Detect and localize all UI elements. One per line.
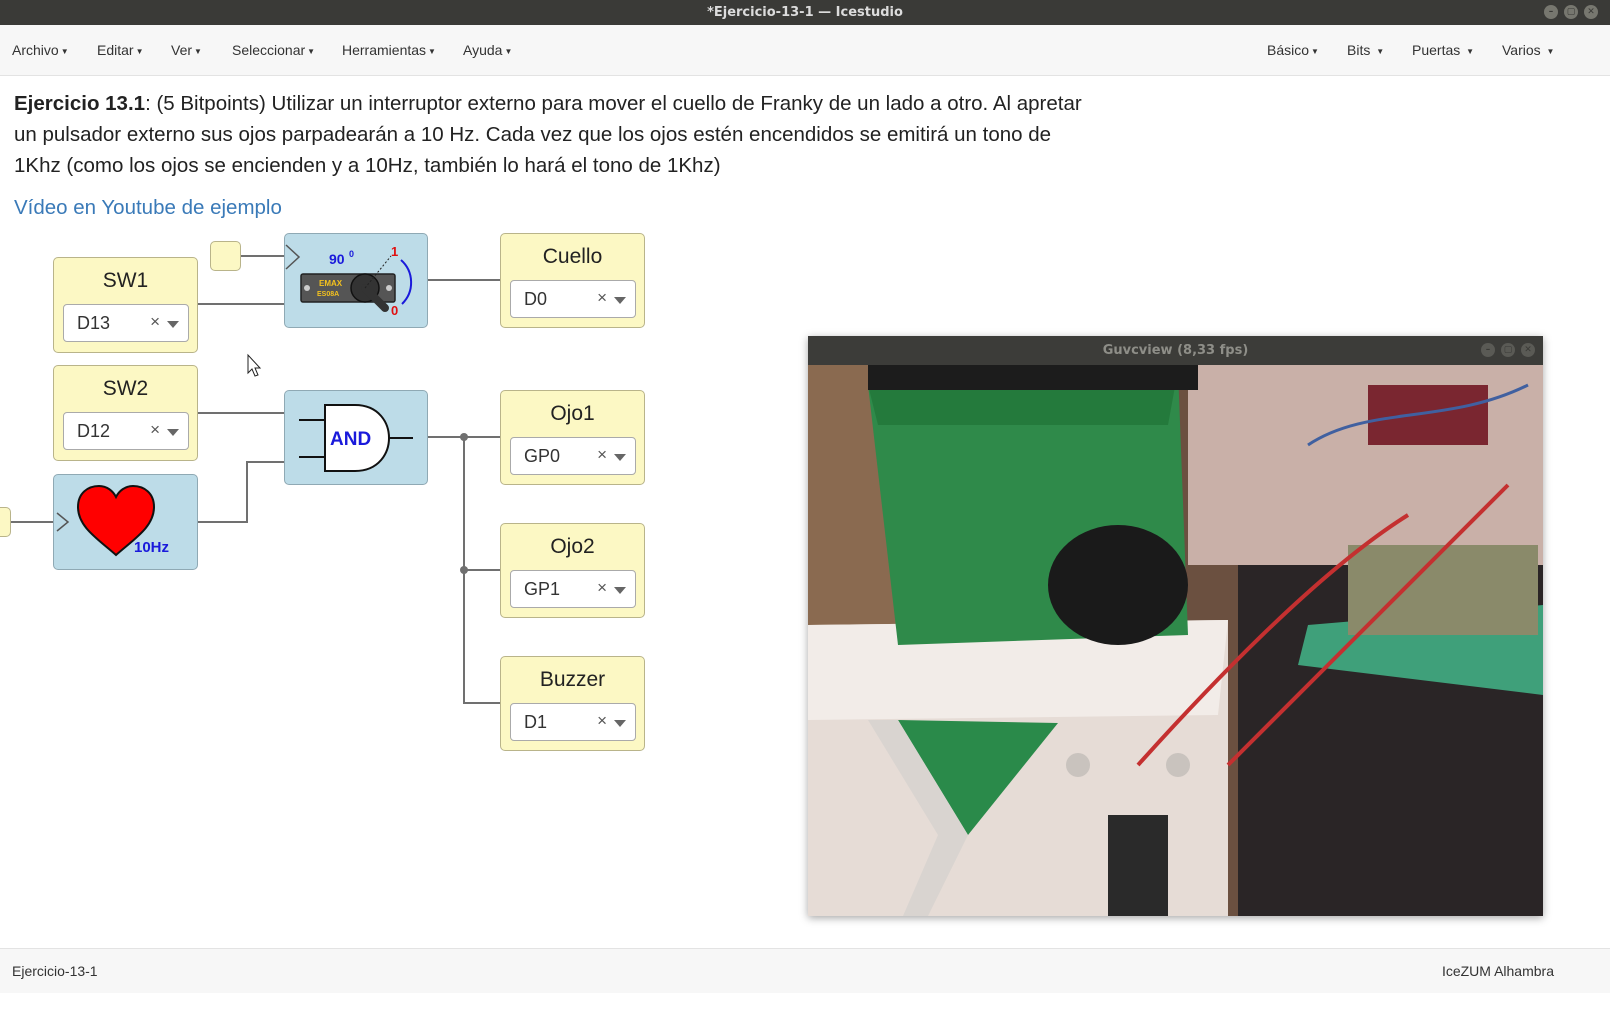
servo-bottom-label: 0 xyxy=(391,303,398,318)
close-icon[interactable]: ✕ xyxy=(1521,343,1535,357)
caret-down-icon: ▼ xyxy=(1546,46,1555,56)
input-block-sw2[interactable]: SW2 D12 × xyxy=(53,365,198,461)
clear-icon[interactable]: × xyxy=(150,420,160,440)
pin-select[interactable]: D0 × xyxy=(510,280,636,318)
servo-block[interactable]: EMAX ES08A 90 0 1 0 xyxy=(284,233,428,328)
pin-value: D0 xyxy=(524,289,548,309)
maximize-icon[interactable]: ▢ xyxy=(1501,343,1515,357)
servo-top-label: 1 xyxy=(391,244,398,259)
chevron-down-icon[interactable] xyxy=(614,297,626,304)
caret-down-icon: ▼ xyxy=(1311,46,1319,56)
caret-down-icon: ▼ xyxy=(1376,46,1385,56)
minimize-icon[interactable]: – xyxy=(1544,5,1558,19)
minimize-icon[interactable]: – xyxy=(1481,343,1495,357)
board-name[interactable]: IceZUM Alhambra xyxy=(1442,963,1554,979)
output-label: Buzzer xyxy=(539,668,606,691)
camera-window-title-bar[interactable]: Guvcview (8,33 fps) – ▢ ✕ xyxy=(808,336,1543,365)
pin-select[interactable]: GP0 × xyxy=(510,437,636,475)
menu-bits[interactable]: Bits ▼ xyxy=(1347,25,1384,76)
menu-puertas[interactable]: Puertas ▼ xyxy=(1412,25,1474,76)
frequency-label: 10Hz xyxy=(134,539,169,556)
output-label: Ojo1 xyxy=(550,402,595,425)
servo-brand: EMAX xyxy=(319,279,343,288)
and-gate-icon: AND xyxy=(299,404,413,472)
pin-select[interactable]: GP1 × xyxy=(510,570,636,608)
pin-value: GP0 xyxy=(524,446,561,466)
heartbeat-block[interactable]: 10Hz xyxy=(53,474,198,570)
constant-block[interactable] xyxy=(210,241,241,271)
heart-icon: 10Hz xyxy=(56,484,169,557)
menu-varios[interactable]: Varios ▼ xyxy=(1502,25,1554,76)
output-block-ojo1[interactable]: Ojo1 GP0 × xyxy=(500,390,645,485)
camera-video-feed xyxy=(808,365,1543,916)
output-label: Ojo2 xyxy=(550,535,595,558)
chevron-down-icon[interactable] xyxy=(614,587,626,594)
and-gate-label: AND xyxy=(330,429,371,450)
camera-window[interactable]: Guvcview (8,33 fps) – ▢ ✕ xyxy=(808,336,1543,916)
constant-block[interactable] xyxy=(0,507,11,537)
chevron-down-icon[interactable] xyxy=(167,429,179,436)
clear-icon[interactable]: × xyxy=(597,711,607,731)
output-block-buzzer[interactable]: Buzzer D1 × xyxy=(500,656,645,751)
servo-degree-mark: 0 xyxy=(349,249,354,259)
pin-value: GP1 xyxy=(524,579,561,599)
clear-icon[interactable]: × xyxy=(597,578,607,598)
pin-select[interactable]: D12 × xyxy=(63,412,189,450)
input-label: SW1 xyxy=(102,269,149,292)
chevron-down-icon[interactable] xyxy=(614,720,626,727)
camera-frame-image xyxy=(808,365,1543,916)
pin-value: D12 xyxy=(77,421,111,441)
servo-icon: EMAX ES08A 90 0 1 0 xyxy=(285,244,413,318)
output-label: Cuello xyxy=(542,245,603,268)
clear-icon[interactable]: × xyxy=(597,445,607,465)
pin-select[interactable]: D13 × xyxy=(63,304,189,342)
pin-value: D1 xyxy=(524,712,548,732)
and-gate-block[interactable]: AND xyxy=(284,390,428,485)
status-bar: Ejercicio-13-1 IceZUM Alhambra xyxy=(0,948,1610,993)
servo-model: ES08A xyxy=(317,291,339,298)
chevron-down-icon[interactable] xyxy=(614,454,626,461)
pin-value: D13 xyxy=(77,313,111,333)
servo-angle: 90 xyxy=(329,251,345,267)
clear-icon[interactable]: × xyxy=(597,288,607,308)
pin-select[interactable]: D1 × xyxy=(510,703,636,741)
input-label: SW2 xyxy=(102,377,149,400)
close-icon[interactable]: ✕ xyxy=(1584,5,1598,19)
chevron-down-icon[interactable] xyxy=(167,321,179,328)
menu-basico[interactable]: Básico ▼ xyxy=(1267,25,1319,76)
output-block-ojo2[interactable]: Ojo2 GP1 × xyxy=(500,523,645,618)
output-block-cuello[interactable]: Cuello D0 × xyxy=(500,233,645,328)
clear-icon[interactable]: × xyxy=(150,312,160,332)
mouse-cursor-icon xyxy=(247,353,262,377)
input-block-sw1[interactable]: SW1 D13 × xyxy=(53,257,198,353)
camera-window-title: Guvcview (8,33 fps) xyxy=(1102,343,1249,358)
maximize-icon[interactable]: ▢ xyxy=(1564,5,1578,19)
project-name: Ejercicio-13-1 xyxy=(12,963,98,979)
caret-down-icon: ▼ xyxy=(1466,46,1475,56)
